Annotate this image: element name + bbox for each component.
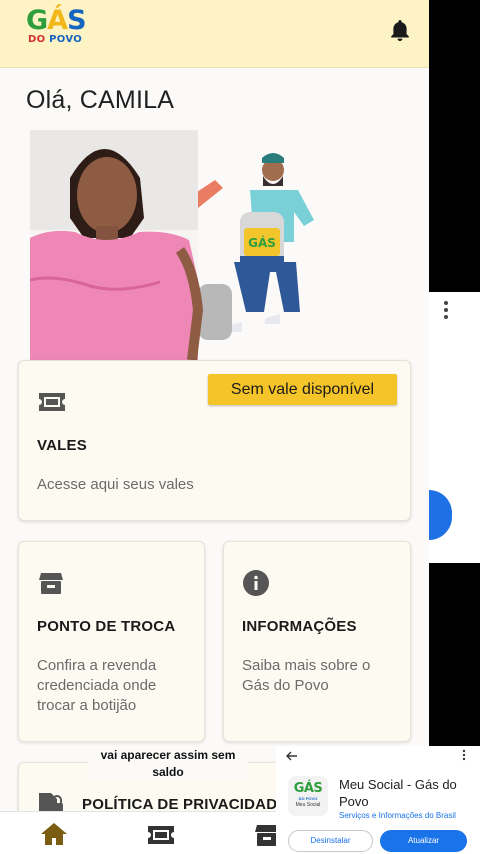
home-icon[interactable]	[39, 821, 69, 847]
informacoes-description: Saiba mais sobre o Gás do Povo	[242, 656, 402, 696]
app-update-popup: GÁS DO POVO Meu Social Meu Social - Gás …	[276, 746, 480, 854]
more-options-icon[interactable]	[443, 300, 449, 320]
caption-line: saldo	[152, 765, 184, 779]
vales-description: Acesse aqui seus vales	[37, 476, 194, 493]
informacoes-card[interactable]: INFORMAÇÕES Saiba mais sobre o Gás do Po…	[223, 541, 411, 742]
app-title-line: Meu Social - Gás do	[339, 777, 457, 792]
caption-line: vai aparecer assim sem	[100, 748, 236, 762]
ponto-description: Confira a revenda credenciada onde troca…	[37, 656, 197, 716]
info-icon	[243, 570, 269, 596]
informacoes-title: INFORMAÇÕES	[242, 618, 357, 635]
back-arrow-icon[interactable]	[286, 750, 298, 762]
info-description-line: Saiba mais sobre o	[242, 657, 371, 674]
notification-bell-icon[interactable]	[388, 18, 412, 44]
store-icon	[39, 573, 63, 594]
ponto-title: PONTO DE TROCA	[37, 618, 176, 635]
publisher-link[interactable]: Serviços e Informações do Brasil	[339, 811, 456, 820]
app-title-line: Povo	[339, 794, 369, 809]
app-screen: GÁS DO POVO Olá, CAMILA GÁS VALES Acesse…	[0, 0, 429, 854]
info-description-line: Gás do Povo	[242, 677, 329, 694]
ponto-description-line: Confira a revenda	[37, 657, 157, 674]
meu-social-app-icon: GÁS DO POVO Meu Social	[288, 776, 328, 816]
app-icon-caption: Meu Social	[295, 802, 321, 808]
app-header: GÁS DO POVO	[0, 0, 429, 68]
app-icon-logo-text: GÁS	[293, 781, 323, 796]
svg-text:GÁS: GÁS	[248, 235, 276, 250]
greeting-text: Olá, CAMILA	[26, 86, 175, 114]
ponto-de-troca-card[interactable]: PONTO DE TROCA Confira a revenda credenc…	[18, 541, 205, 742]
more-options-icon[interactable]	[462, 749, 466, 761]
uninstall-button[interactable]: Desinstalar	[288, 830, 373, 852]
no-voucher-badge: Sem vale disponível	[208, 374, 397, 405]
app-title: Meu Social - Gás do Povo	[339, 776, 474, 810]
ponto-description-line: credenciada onde	[37, 677, 157, 694]
ticket-icon	[39, 393, 65, 411]
video-caption: vai aparecer assim sem saldo	[88, 747, 248, 781]
welcome-illustration: GÁS	[30, 130, 314, 360]
update-button[interactable]: Atualizar	[380, 830, 467, 852]
gas-do-povo-logo[interactable]: GÁS DO POVO	[26, 6, 87, 56]
app-icon-logo-subtext: DO POVO	[298, 796, 318, 801]
vales-title: VALES	[37, 437, 87, 454]
ticket-icon[interactable]	[146, 824, 176, 846]
ponto-description-line: trocar a botijão	[37, 697, 137, 714]
